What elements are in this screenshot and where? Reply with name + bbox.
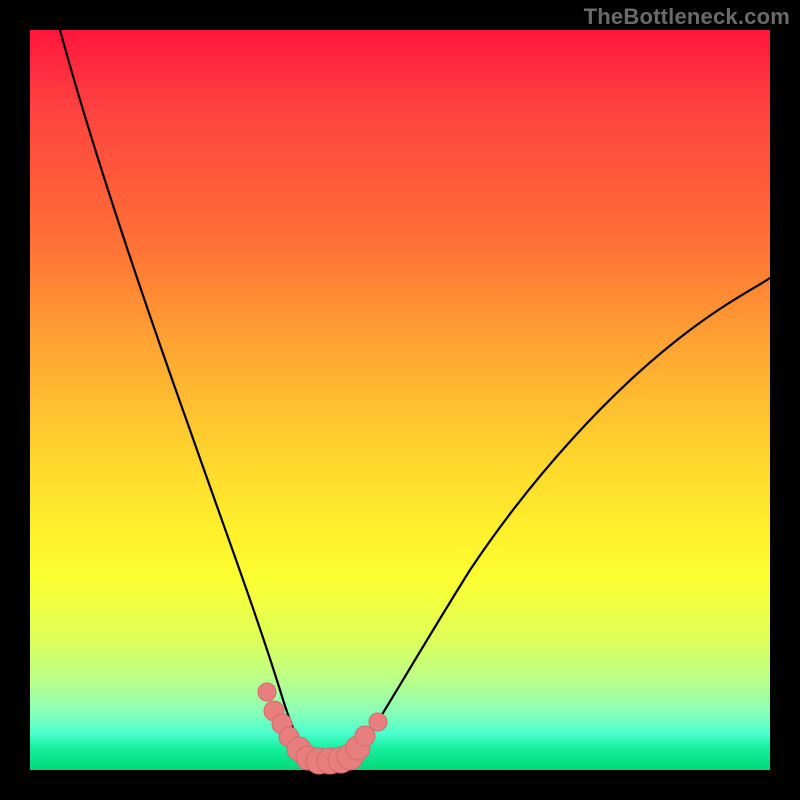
left-curve xyxy=(60,30,308,760)
valley-markers xyxy=(258,683,387,774)
chart-frame: TheBottleneck.com xyxy=(0,0,800,800)
watermark-text: TheBottleneck.com xyxy=(584,4,790,30)
curves-layer xyxy=(30,30,770,770)
right-curve xyxy=(356,278,770,756)
